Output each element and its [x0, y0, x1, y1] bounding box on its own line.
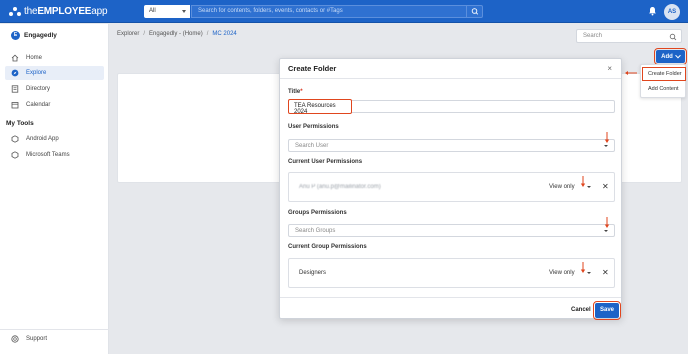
support-label: Support — [26, 336, 48, 342]
global-search-placeholder: Search for contents, folders, events, co… — [198, 8, 343, 14]
group-permission-row: Designers View only ✕ — [288, 258, 615, 288]
annotation-arrow-left-icon — [625, 71, 637, 75]
bell-icon[interactable] — [648, 6, 657, 16]
app-logo[interactable]: theEMPLOYEEapp — [9, 6, 108, 17]
menu-item-add-content[interactable]: Add Content — [643, 83, 685, 95]
breadcrumb-separator: / — [143, 31, 146, 37]
search-icon — [471, 8, 479, 15]
current-user-permissions-label: Current User Permissions — [288, 159, 363, 165]
sidebar-item-directory[interactable]: Directory — [5, 82, 104, 96]
dialog-footer — [280, 297, 621, 319]
breadcrumb-item[interactable]: Engagedly - (Home) — [149, 31, 203, 37]
user-name: Anu P (anu.p@mailinator.com) — [299, 184, 381, 190]
teams-icon — [11, 151, 19, 159]
annotation-arrow-down-icon — [604, 217, 610, 228]
group-name: Designers — [299, 270, 327, 276]
sidebar-item-label: Explore — [26, 70, 47, 76]
org-badge: E — [11, 31, 20, 40]
groups-permissions-label: Groups Permissions — [288, 210, 347, 216]
close-icon[interactable]: × — [607, 64, 612, 73]
sidebar-item-label: Calendar — [26, 102, 51, 108]
breadcrumb: Explorer / Engagedly - (Home) / MC 2024 — [117, 31, 237, 37]
directory-icon — [11, 85, 19, 93]
search-scope-value: All — [149, 8, 156, 14]
logo-brand: EMPLOYEE — [37, 6, 92, 17]
chevron-down-icon[interactable] — [587, 186, 591, 188]
sidebar-item-calendar[interactable]: Calendar — [5, 98, 104, 112]
android-icon — [11, 135, 19, 143]
add-dropdown-menu: Create Folder Add Content — [640, 64, 686, 98]
add-button-label: Add — [661, 53, 673, 60]
user-permissions-label: User Permissions — [288, 124, 339, 130]
sidebar-item-label: Android App — [26, 136, 59, 142]
calendar-icon — [11, 102, 19, 109]
breadcrumb-item[interactable]: Explorer — [117, 31, 139, 37]
global-search-input[interactable]: Search for contents, folders, events, co… — [191, 5, 483, 18]
annotation-arrow-down-icon — [580, 176, 586, 187]
menu-item-create-folder[interactable]: Create Folder — [642, 67, 686, 81]
dialog-header: Create Folder × — [280, 59, 621, 79]
remove-group-icon[interactable]: ✕ — [602, 268, 609, 277]
org-name: Engagedly — [24, 32, 57, 39]
annotation-arrow-down-icon — [580, 262, 586, 273]
cancel-button[interactable]: Cancel — [571, 307, 591, 313]
folder-search-placeholder: Search — [583, 33, 603, 39]
chevron-down-icon — [604, 230, 608, 232]
sidebar-item-home[interactable]: Home — [5, 51, 104, 65]
search-groups-input[interactable]: Search Groups — [288, 224, 615, 237]
logo-icon — [9, 6, 21, 17]
dialog-title: Create Folder — [288, 64, 337, 73]
add-button[interactable]: Add — [654, 48, 687, 65]
sidebar-item-label: Microsoft Teams — [26, 152, 70, 158]
user-permission-row: Anu P (anu.p@mailinator.com) View only ✕ — [288, 172, 615, 202]
chevron-down-icon — [604, 145, 608, 147]
save-button[interactable]: Save — [593, 301, 621, 320]
title-label: Title* — [288, 89, 303, 95]
search-user-input[interactable]: Search User — [288, 139, 615, 152]
avatar[interactable]: AS — [664, 4, 680, 20]
chevron-down-icon — [182, 10, 186, 13]
sidebar-item-microsoft-teams[interactable]: Microsoft Teams — [5, 148, 104, 162]
sidebar: E Engagedly Home Explore Directory Calen… — [0, 24, 109, 354]
create-folder-dialog: Create Folder × Title* TEA Resources 202… — [279, 58, 622, 319]
title-field[interactable]: TEA Resources 2024 — [288, 99, 352, 115]
search-icon — [669, 33, 677, 41]
compass-icon — [11, 69, 19, 77]
sidebar-item-label: Home — [26, 55, 43, 61]
breadcrumb-separator: / — [206, 31, 209, 37]
current-group-permissions-label: Current Group Permissions — [288, 244, 367, 250]
search-user-placeholder: Search User — [295, 143, 329, 149]
logo-suffix: app — [91, 6, 108, 17]
logo-prefix: the — [24, 6, 38, 17]
help-icon — [11, 335, 19, 343]
top-bar: theEMPLOYEEapp All Search for contents, … — [0, 0, 688, 23]
chevron-down-icon — [674, 52, 681, 58]
search-scope-select[interactable]: All — [144, 5, 190, 18]
home-icon — [11, 54, 19, 62]
chevron-down-icon[interactable] — [587, 272, 591, 274]
breadcrumb-current: MC 2024 — [212, 31, 237, 37]
my-tools-heading: My Tools — [6, 120, 34, 127]
user-role-select[interactable]: View only — [549, 184, 575, 190]
sidebar-item-explore[interactable]: Explore — [5, 66, 104, 80]
sidebar-divider — [0, 329, 109, 330]
folder-search-input[interactable]: Search — [576, 29, 682, 43]
remove-user-icon[interactable]: ✕ — [602, 182, 609, 191]
group-role-select[interactable]: View only — [549, 270, 575, 276]
annotation-arrow-down-icon — [604, 132, 610, 143]
sidebar-item-label: Directory — [26, 86, 51, 92]
sidebar-item-android-app[interactable]: Android App — [5, 132, 104, 146]
search-groups-placeholder: Search Groups — [295, 228, 336, 234]
required-mark: * — [300, 89, 303, 95]
search-button[interactable] — [466, 6, 482, 17]
org-switcher[interactable]: E Engagedly — [11, 31, 57, 40]
support-link[interactable]: Support — [11, 335, 47, 343]
